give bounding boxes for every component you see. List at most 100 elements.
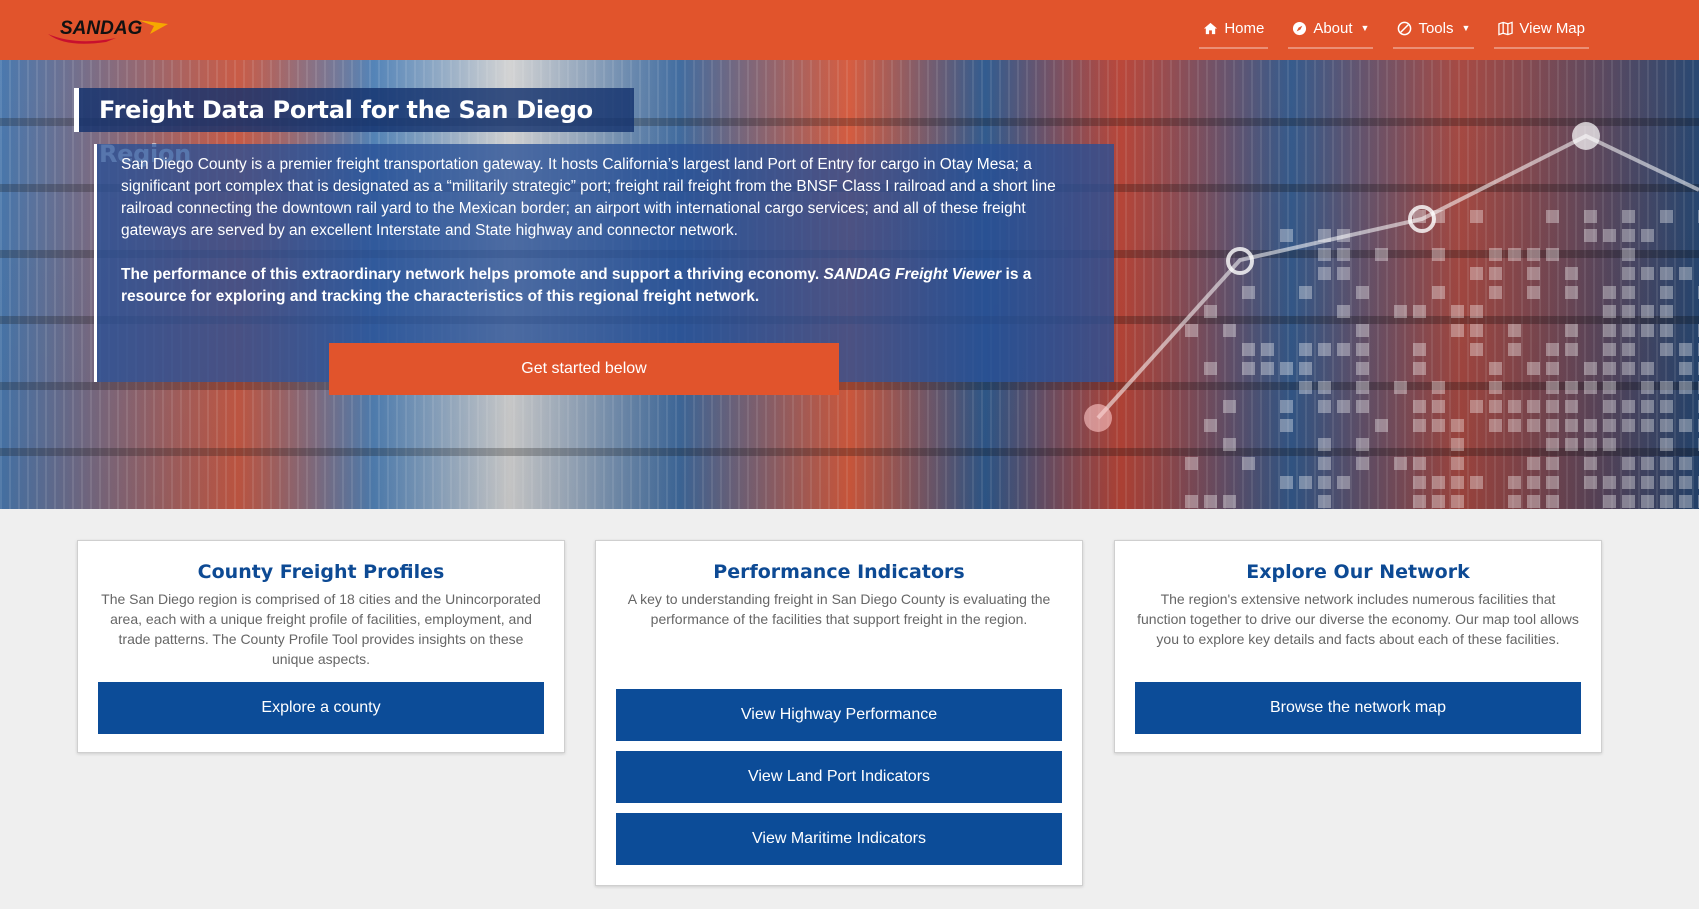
pixel-block (1546, 400, 1559, 413)
pixel-block (1432, 400, 1445, 413)
pixel-block (1546, 438, 1559, 451)
pixel-block (1527, 476, 1540, 489)
pixel-block (1660, 343, 1673, 356)
pixel-block (1546, 381, 1559, 394)
pixel-block (1470, 210, 1483, 223)
nav-view-map[interactable]: View Map (1494, 12, 1589, 49)
pixel-block (1660, 476, 1673, 489)
main-nav: Home About ▼ Tools ▼ View Map (1199, 0, 1589, 60)
pixel-block (1660, 400, 1673, 413)
pixel-block (1603, 495, 1616, 508)
pixel-block (1470, 324, 1483, 337)
pixel-block (1223, 324, 1236, 337)
pixel-block (1299, 343, 1312, 356)
pixel-block (1299, 381, 1312, 394)
pixel-block (1622, 343, 1635, 356)
sandag-logo[interactable]: SANDAG (46, 14, 170, 46)
pixel-block (1641, 400, 1654, 413)
pixel-block (1356, 324, 1369, 337)
pixel-block (1565, 400, 1578, 413)
card-description: The region's extensive network includes … (1137, 591, 1579, 647)
view-highway-performance-button[interactable]: View Highway Performance (616, 689, 1062, 741)
pixel-block (1451, 495, 1464, 508)
pixel-block (1413, 400, 1426, 413)
pixel-block (1584, 476, 1597, 489)
pixel-block (1204, 495, 1217, 508)
pixel-block (1565, 438, 1578, 451)
pixel-block (1508, 343, 1521, 356)
nav-about-label: About (1313, 19, 1353, 37)
pixel-block (1337, 476, 1350, 489)
pixel-block (1451, 419, 1464, 432)
pixel-block (1527, 457, 1540, 470)
pixel-block (1413, 457, 1426, 470)
pixel-block (1489, 381, 1502, 394)
pixel-block (1489, 400, 1502, 413)
pixel-block (1318, 248, 1331, 261)
pixel-block (1641, 229, 1654, 242)
pixel-block (1432, 381, 1445, 394)
nav-tools-label: Tools (1418, 19, 1454, 37)
pixel-block (1660, 210, 1673, 223)
pixel-block (1299, 362, 1312, 375)
freight-viewer-name: SANDAG Freight Viewer (823, 266, 1002, 283)
pixel-block (1242, 457, 1255, 470)
pixel-block (1318, 457, 1331, 470)
pixel-block (1641, 267, 1654, 280)
pixel-block (1337, 305, 1350, 318)
pixel-block (1622, 419, 1635, 432)
pixel-block (1622, 229, 1635, 242)
pixel-block (1641, 324, 1654, 337)
pixel-block (1603, 419, 1616, 432)
pixel-block (1185, 495, 1198, 508)
nav-about[interactable]: About ▼ (1288, 12, 1374, 49)
nav-tools[interactable]: Tools ▼ (1393, 12, 1475, 49)
pixel-block (1508, 400, 1521, 413)
pixel-block (1603, 381, 1616, 394)
pixel-block (1641, 457, 1654, 470)
pixel-block (1546, 362, 1559, 375)
pixel-block (1204, 362, 1217, 375)
pixel-block (1280, 400, 1293, 413)
nav-home[interactable]: Home (1199, 12, 1269, 49)
pixel-block (1565, 381, 1578, 394)
pixel-block (1622, 305, 1635, 318)
pixel-block (1527, 495, 1540, 508)
pixel-block (1356, 381, 1369, 394)
pixel-block (1489, 267, 1502, 280)
pixel-block (1451, 305, 1464, 318)
tools-icon (1398, 21, 1412, 35)
pixel-block (1603, 476, 1616, 489)
browse-network-map-button[interactable]: Browse the network map (1135, 682, 1581, 734)
pixel-block (1546, 419, 1559, 432)
pixel-block (1679, 419, 1692, 432)
pixel-block (1185, 324, 1198, 337)
view-land-port-indicators-button[interactable]: View Land Port Indicators (616, 751, 1062, 803)
pixel-block (1356, 343, 1369, 356)
card-title: Explore Our Network (1246, 561, 1470, 583)
pixel-block (1641, 495, 1654, 508)
pixel-block (1356, 286, 1369, 299)
pixel-block (1584, 438, 1597, 451)
pixel-block (1508, 419, 1521, 432)
view-maritime-indicators-button[interactable]: View Maritime Indicators (616, 813, 1062, 865)
get-started-button[interactable]: Get started below (329, 343, 839, 395)
pixel-block (1660, 381, 1673, 394)
pixel-block (1489, 248, 1502, 261)
pixel-block (1432, 248, 1445, 261)
explore-county-button[interactable]: Explore a county (98, 682, 544, 734)
pixel-block (1527, 248, 1540, 261)
pixel-block (1337, 400, 1350, 413)
pixel-block (1622, 210, 1635, 223)
pixel-block (1470, 400, 1483, 413)
pixel-block (1641, 305, 1654, 318)
intro-paragraph-2: The performance of this extraordinary ne… (121, 264, 1094, 308)
card-title: Performance Indicators (713, 561, 965, 583)
pixel-block (1280, 419, 1293, 432)
pixel-block (1451, 476, 1464, 489)
pixel-block (1660, 495, 1673, 508)
card-description: The San Diego region is comprised of 18 … (101, 591, 541, 667)
pixel-block (1470, 267, 1483, 280)
pixel-block (1622, 476, 1635, 489)
pixel-block (1660, 419, 1673, 432)
